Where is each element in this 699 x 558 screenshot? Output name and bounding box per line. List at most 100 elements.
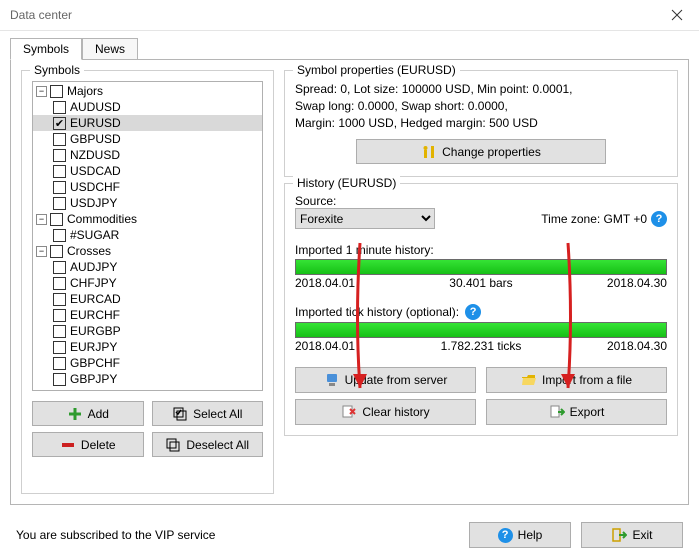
tree-item-label: USDCHF — [70, 180, 120, 194]
tree-item[interactable]: CHFJPY — [33, 275, 262, 291]
checkbox[interactable] — [53, 229, 66, 242]
tree-item[interactable]: ✔EURUSD — [33, 115, 262, 131]
tree-category[interactable]: −Crosses — [33, 243, 262, 259]
timezone-label: Time zone: GMT +0 — [541, 212, 647, 226]
checkbox[interactable] — [53, 101, 66, 114]
imported-tick-label: Imported tick history (optional): — [295, 305, 459, 319]
checkbox[interactable] — [50, 213, 63, 226]
help-label: Help — [518, 528, 543, 542]
symbols-group-legend: Symbols — [30, 63, 84, 77]
properties-icon — [421, 144, 437, 160]
tree-item[interactable]: EURCHF — [33, 307, 262, 323]
tree-item[interactable]: USDJPY — [33, 195, 262, 211]
tree-category-label: Majors — [67, 84, 103, 98]
deselect-all-button[interactable]: Deselect All — [152, 432, 264, 457]
collapse-icon[interactable]: − — [36, 214, 47, 225]
help-button[interactable]: ? Help — [469, 522, 571, 548]
tree-category[interactable]: − Commodities — [33, 211, 262, 227]
tree-item-label: GBPJPY — [70, 372, 117, 386]
tree-item-label: NZDUSD — [70, 148, 120, 162]
tree-category[interactable]: − Majors — [33, 83, 262, 99]
checkbox[interactable] — [53, 197, 66, 210]
plus-icon — [67, 406, 83, 422]
checkbox[interactable] — [53, 357, 66, 370]
checkbox[interactable] — [50, 85, 63, 98]
checkbox[interactable] — [53, 165, 66, 178]
tree-item[interactable]: GBPCHF — [33, 355, 262, 371]
tree-item-label: EURJPY — [70, 340, 117, 354]
tree-item[interactable]: EURGBP — [33, 323, 262, 339]
import-label: Import from a file — [542, 373, 632, 387]
tree-item[interactable]: #SUGAR — [33, 227, 262, 243]
clear-label: Clear history — [362, 405, 429, 419]
tree-item-label: AUDJPY — [70, 260, 117, 274]
window-title: Data center — [10, 8, 654, 22]
collapse-icon[interactable]: − — [36, 246, 47, 257]
change-properties-button[interactable]: Change properties — [356, 139, 606, 164]
tick-count: 1.782.231 ticks — [441, 339, 522, 353]
checkbox[interactable] — [53, 325, 66, 338]
minute-history-bar — [295, 259, 667, 275]
tree-item[interactable]: AUDJPY — [33, 259, 262, 275]
tree-category-label: Commodities — [67, 212, 137, 226]
tree-item[interactable]: AUDUSD — [33, 99, 262, 115]
exit-label: Exit — [632, 528, 652, 542]
checkbox[interactable] — [53, 133, 66, 146]
props-line-3: Margin: 1000 USD, Hedged margin: 500 USD — [295, 115, 667, 132]
export-button[interactable]: Export — [486, 399, 667, 425]
tree-item-label: AUDUSD — [70, 100, 121, 114]
tree-item-label: GBPUSD — [70, 132, 121, 146]
props-line-1: Spread: 0, Lot size: 100000 USD, Min poi… — [295, 81, 667, 98]
tab-news[interactable]: News — [82, 38, 138, 60]
checkbox[interactable] — [53, 309, 66, 322]
change-properties-label: Change properties — [442, 145, 541, 159]
tick-to: 2018.04.30 — [607, 339, 667, 353]
symbols-tree[interactable]: − Majors AUDUSD✔EURUSDGBPUSD NZDUSD USDCAD US… — [32, 81, 263, 391]
source-select[interactable]: Forexite — [295, 208, 435, 229]
add-button[interactable]: Add — [32, 401, 144, 426]
tree-item[interactable]: USDCHF — [33, 179, 262, 195]
delete-button[interactable]: Delete — [32, 432, 144, 457]
tick-history-bar — [295, 322, 667, 338]
checkbox[interactable] — [53, 149, 66, 162]
checkbox[interactable] — [53, 261, 66, 274]
checkbox[interactable] — [53, 277, 66, 290]
tree-item[interactable]: NZDUSD — [33, 147, 262, 163]
import-from-file-button[interactable]: Import from a file — [486, 367, 667, 393]
collapse-icon[interactable]: − — [36, 86, 47, 97]
checkbox[interactable] — [53, 181, 66, 194]
add-button-label: Add — [88, 407, 109, 421]
delete-button-label: Delete — [81, 438, 116, 452]
tab-symbols[interactable]: Symbols — [10, 38, 82, 60]
props-line-2: Swap long: 0.0000, Swap short: 0.0000, — [295, 98, 667, 115]
tree-item-label: USDCAD — [70, 164, 121, 178]
tree-item-label: CHFJPY — [70, 276, 117, 290]
clear-history-button[interactable]: Clear history — [295, 399, 476, 425]
tree-item[interactable]: USDCAD — [33, 163, 262, 179]
tree-item[interactable]: GBPJPY — [33, 371, 262, 387]
help-icon[interactable]: ? — [465, 304, 481, 320]
tree-item-label: EURCAD — [70, 292, 121, 306]
minute-count: 30.401 bars — [449, 276, 512, 290]
update-from-server-button[interactable]: Update from server — [295, 367, 476, 393]
window-close-button[interactable] — [654, 0, 699, 30]
exit-icon — [611, 527, 627, 543]
tree-item[interactable]: EURCAD — [33, 291, 262, 307]
help-icon[interactable]: ? — [651, 211, 667, 227]
deselect-all-label: Deselect All — [186, 438, 249, 452]
checkbox[interactable] — [50, 245, 63, 258]
checkbox[interactable] — [53, 293, 66, 306]
tree-item[interactable]: GBPUSD — [33, 131, 262, 147]
folder-open-icon — [521, 372, 537, 388]
select-all-label: Select All — [193, 407, 242, 421]
tree-item-label: EURGBP — [70, 324, 121, 338]
source-label: Source: — [295, 194, 336, 208]
select-all-button[interactable]: Select All — [152, 401, 264, 426]
checkbox[interactable] — [53, 373, 66, 386]
tree-item-label: USDJPY — [70, 196, 117, 210]
tree-item-label: #SUGAR — [70, 228, 119, 242]
checkbox[interactable] — [53, 341, 66, 354]
checkbox[interactable]: ✔ — [53, 117, 66, 130]
exit-button[interactable]: Exit — [581, 522, 683, 548]
tree-item[interactable]: EURJPY — [33, 339, 262, 355]
